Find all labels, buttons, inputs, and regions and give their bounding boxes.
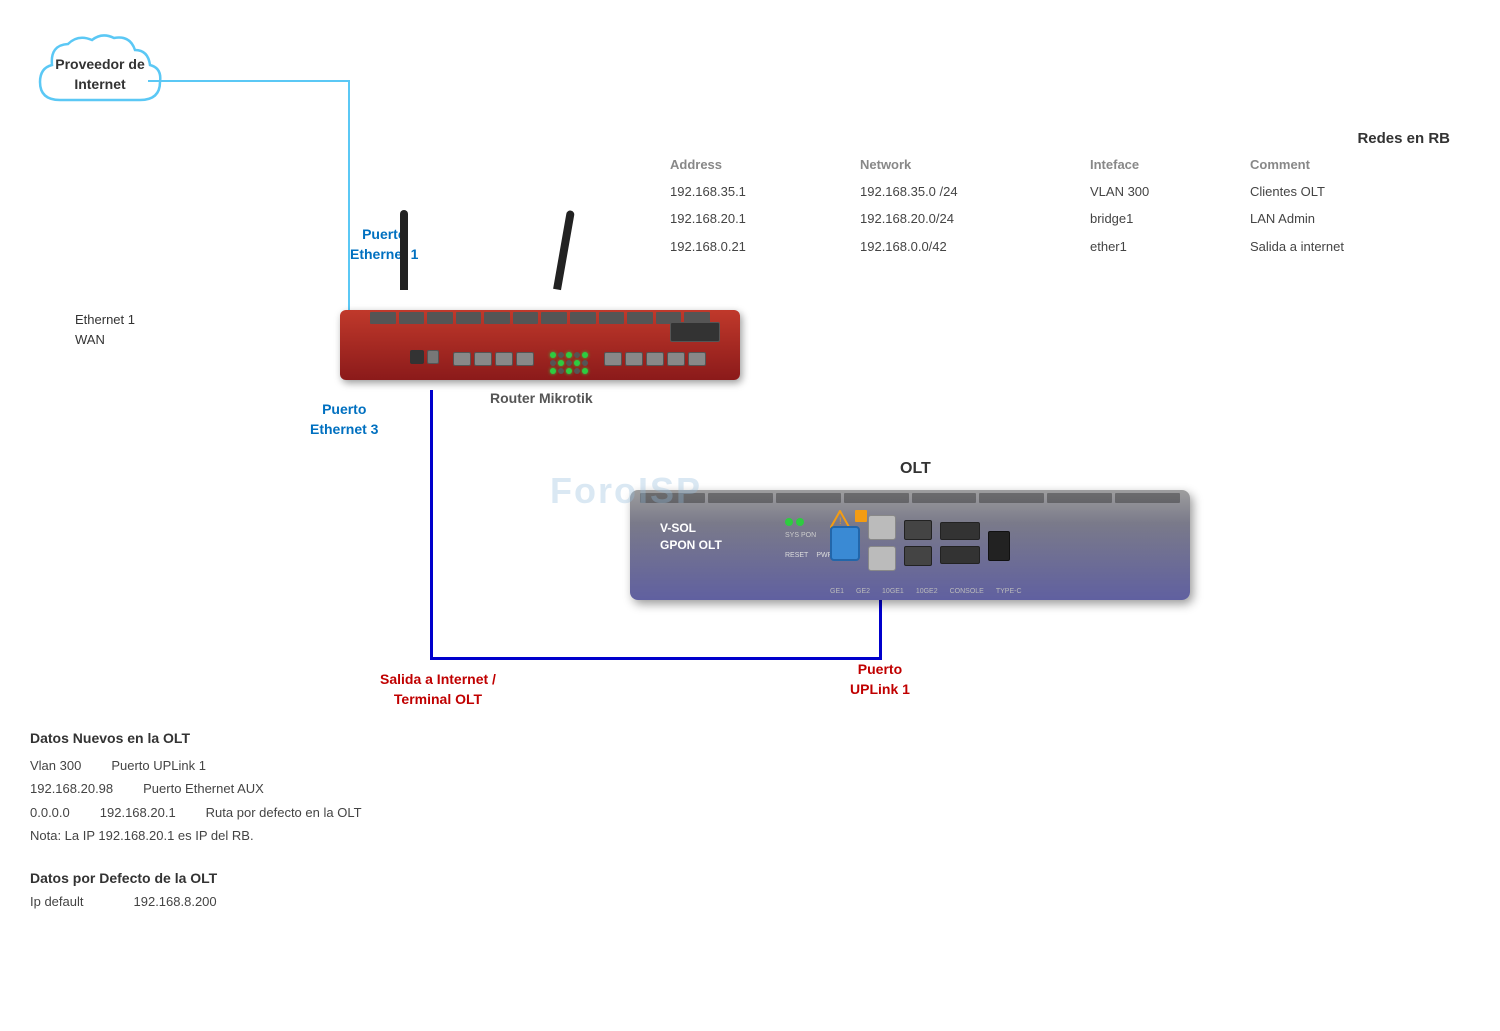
- olt-rj45-port-2: [868, 546, 896, 571]
- col-header-network: Network: [860, 157, 1080, 176]
- net-row1-comment: Clientes OLT: [1250, 180, 1470, 203]
- net-row2-interface: bridge1: [1090, 207, 1240, 230]
- watermark: ForoISP: [550, 470, 702, 512]
- net-row2-network: 192.168.20.0/24: [860, 207, 1080, 230]
- olt-device: V-SOL GPON OLT SYS PON ! RESETPWRGIGE: [630, 490, 1190, 620]
- olt-rj45-port-1: [868, 515, 896, 540]
- datos-defecto-row1: Ip default 192.168.8.200: [30, 894, 430, 909]
- net-row2-address: 192.168.20.1: [670, 207, 850, 230]
- net-row1-interface: VLAN 300: [1090, 180, 1240, 203]
- datos-defecto-title: Datos por Defecto de la OLT: [30, 870, 430, 886]
- connection-line-horizontal: [430, 657, 880, 660]
- datos-nuevos-row1: Vlan 300 Puerto UPLink 1: [30, 754, 580, 777]
- isp-line-horizontal: [148, 80, 348, 82]
- col-header-address: Address: [670, 157, 850, 176]
- olt-title: OLT: [900, 460, 931, 478]
- datos-nuevos-title: Datos Nuevos en la OLT: [30, 730, 580, 746]
- router-ports: [410, 350, 706, 374]
- olt-ports: [830, 515, 1010, 571]
- network-grid: Address Network Inteface Comment 192.168…: [650, 157, 1470, 258]
- eth1-wan-label: Ethernet 1 WAN: [75, 310, 135, 349]
- col-header-comment: Comment: [1250, 157, 1470, 176]
- olt-fiber-port-1: [830, 526, 860, 561]
- isp-label: Proveedor de Internet: [30, 55, 170, 94]
- router-body: [340, 310, 740, 380]
- net-row1-network: 192.168.35.0 /24: [860, 180, 1080, 203]
- puerto-uplink-label: Puerto UPLink 1: [850, 660, 910, 699]
- olt-sfp-port-2: [904, 546, 932, 566]
- datos-nuevos-row2: 192.168.20.98 Puerto Ethernet AUX: [30, 777, 580, 800]
- network-table: Redes en RB Address Network Inteface Com…: [650, 130, 1470, 258]
- router-label: Router Mikrotik: [490, 390, 593, 406]
- datos-nuevos-row3: 0.0.0.0 192.168.20.1 Ruta por defecto en…: [30, 801, 580, 824]
- net-row2-comment: LAN Admin: [1250, 207, 1470, 230]
- antenna-left: [400, 210, 408, 290]
- puerto-eth3-label: Puerto Ethernet 3: [310, 400, 378, 439]
- connection-line-vertical: [430, 390, 433, 660]
- datos-nuevos-note: Nota: La IP 192.168.20.1 es IP del RB.: [30, 828, 580, 843]
- net-row3-network: 192.168.0.0/42: [860, 235, 1080, 258]
- salida-internet-label: Salida a Internet / Terminal OLT: [380, 670, 496, 709]
- olt-sfp-port-1: [904, 520, 932, 540]
- net-row3-interface: ether1: [1090, 235, 1240, 258]
- puerto-eth1-label: Puerto Ethernet 1: [350, 225, 418, 264]
- net-row1-address: 192.168.35.1: [670, 180, 850, 203]
- net-row3-address: 192.168.0.21: [670, 235, 850, 258]
- network-table-title: Redes en RB: [650, 130, 1470, 147]
- olt-leds: SYS PON: [785, 518, 816, 539]
- net-row3-comment: Salida a internet: [1250, 235, 1470, 258]
- olt-brand: V-SOL GPON OLT: [660, 520, 722, 554]
- col-header-interface: Inteface: [1090, 157, 1240, 176]
- router-device: [280, 280, 760, 390]
- datos-defecto-section: Datos por Defecto de la OLT Ip default 1…: [30, 870, 430, 909]
- datos-nuevos-section: Datos Nuevos en la OLT Vlan 300 Puerto U…: [30, 730, 580, 843]
- olt-body: V-SOL GPON OLT SYS PON ! RESETPWRGIGE: [630, 490, 1190, 600]
- antenna-right: [553, 210, 575, 290]
